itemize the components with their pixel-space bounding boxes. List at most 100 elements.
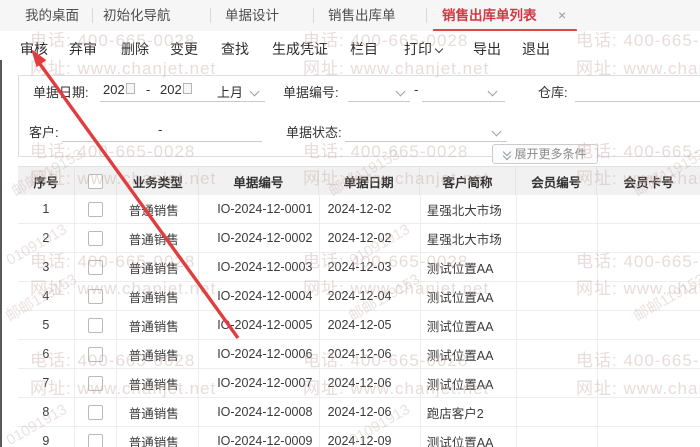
tab-init-navigation[interactable]: 初始化导航 [103,0,171,31]
row-index: 1 [18,195,75,223]
header-doc-no[interactable]: 单据编号 [199,167,319,195]
cell-doc-date: 2024-12-06 [320,340,421,368]
row-checkbox[interactable] [87,201,103,217]
date-to-field[interactable]: 202 [160,82,192,97]
date-field-underline [100,101,265,102]
cell-doc-no: IO-2024-12-0002 [199,224,320,252]
change-button[interactable]: 变更 [170,38,198,60]
select-all-checkbox[interactable] [88,173,104,189]
row-checkbox[interactable] [87,346,103,362]
row-checkbox[interactable] [87,433,103,447]
cell-card-no [598,311,700,339]
cell-doc-no: IO-2024-12-0007 [199,369,320,397]
unaudit-button[interactable]: 弃审 [69,38,97,60]
cell-doc-date: 2024-12-02 [320,224,421,252]
table-row[interactable]: 7 普通销售 IO-2024-12-0007 2024-12-06 测试位置AA [18,369,700,398]
exit-button[interactable]: 退出 [522,38,550,60]
cell-business-type: 普通销售 [117,369,200,397]
status-filter-label: 单据状态: [286,125,342,140]
cell-business-type: 普通销售 [117,282,200,310]
cell-doc-date: 2024-12-06 [320,369,421,397]
date-preset-dropdown[interactable]: 上月 [217,82,243,101]
cell-customer: 测试位置AA [421,282,518,310]
expand-more-conditions-button[interactable]: 展开更多条件 [492,144,598,164]
customer-filter-label: 客户: [29,125,59,140]
header-index[interactable]: 序号 [18,167,76,195]
columns-button[interactable]: 栏目 [350,38,378,60]
customer-field[interactable]: - [158,122,162,137]
print-button[interactable]: 打印 [404,38,444,60]
header-customer[interactable]: 客户简称 [420,167,517,195]
generate-voucher-button[interactable]: 生成凭证 [272,38,328,60]
cell-customer: 测试位置AA [421,369,518,397]
cell-business-type: 普通销售 [117,311,200,339]
cell-doc-date: 2024-12-06 [320,398,421,426]
table-row[interactable]: 1 普通销售 IO-2024-12-0001 2024-12-02 星强北大市场 [18,195,700,224]
cell-member-no [517,224,598,252]
warehouse-field-underline [575,101,700,102]
tab-doc-design[interactable]: 单据设计 [225,0,279,31]
cell-business-type: 普通销售 [117,224,200,252]
cell-customer: 测试位置AA [421,311,518,339]
table-row[interactable]: 8 普通销售 IO-2024-12-0008 2024-12-06 跑店客户2 [18,398,700,427]
table-row[interactable]: 2 普通销售 IO-2024-12-0002 2024-12-02 星强北大市场 [18,224,700,253]
chevron-down-icon [434,44,444,54]
row-checkbox-cell [75,282,117,310]
cell-member-no [517,253,598,281]
table-row[interactable]: 9 普通销售 IO-2024-12-0009 2024-12-09 测试位置AA [18,427,700,447]
date-to-value: 202 [160,82,182,97]
cell-doc-date: 2024-12-09 [320,427,421,447]
close-tab-icon[interactable]: × [558,0,566,31]
date-from-field[interactable]: 202 [103,82,135,97]
cell-customer: 星强北大市场 [421,195,518,223]
row-checkbox[interactable] [87,259,103,275]
table-row[interactable]: 6 普通销售 IO-2024-12-0006 2024-12-06 测试位置AA [18,340,700,369]
header-business-type[interactable]: 业务类型 [117,167,200,195]
row-checkbox[interactable] [87,288,103,304]
table-body: 1 普通销售 IO-2024-12-0001 2024-12-02 星强北大市场… [18,195,700,447]
cell-doc-no: IO-2024-12-0009 [199,427,320,447]
left-window-border [0,60,2,447]
row-checkbox[interactable] [87,375,103,391]
export-button[interactable]: 导出 [473,38,501,60]
cell-customer: 测试位置AA [421,340,518,368]
row-index: 9 [18,427,75,447]
date-range-separator: - [146,82,151,97]
audit-button[interactable]: 审核 [20,38,48,60]
header-member-no[interactable]: 会员编号 [516,167,598,195]
cell-customer: 星强北大市场 [421,224,518,252]
row-checkbox[interactable] [87,404,103,420]
table-row[interactable]: 4 普通销售 IO-2024-12-0004 2024-12-04 测试位置AA [18,282,700,311]
row-index: 3 [18,253,75,281]
cell-customer: 测试位置AA [421,253,518,281]
find-button[interactable]: 查找 [221,38,249,60]
tab-separator [426,8,427,23]
table-row[interactable]: 5 普通销售 IO-2024-12-0005 2024-12-05 测试位置AA [18,311,700,340]
cell-customer: 测试位置AA [421,427,518,447]
cell-doc-date: 2024-12-05 [320,311,421,339]
docno-separator: - [414,82,419,97]
double-chevron-down-icon [503,147,512,161]
status-field-underline [345,141,507,142]
row-index: 2 [18,224,75,252]
table-header-row: 序号 业务类型 单据编号 单据日期 客户简称 会员编号 会员卡号 [18,166,700,196]
tab-sales-outbound-list[interactable]: 销售出库单列表 [442,0,537,31]
row-checkbox[interactable] [87,230,103,246]
warehouse-filter-label: 仓库: [538,85,568,100]
cell-card-no [598,369,700,397]
header-card-no[interactable]: 会员卡号 [597,167,700,195]
cell-doc-no: IO-2024-12-0005 [199,311,320,339]
header-select-all[interactable] [75,167,118,195]
row-checkbox-cell [75,195,117,223]
table-row[interactable]: 3 普通销售 IO-2024-12-0003 2024-12-03 测试位置AA [18,253,700,282]
cell-card-no [598,253,700,281]
header-doc-date[interactable]: 单据日期 [319,167,420,195]
tab-my-desktop[interactable]: 我的桌面 [25,0,79,31]
row-index: 4 [18,282,75,310]
tab-sales-outbound[interactable]: 销售出库单 [328,0,396,31]
delete-button[interactable]: 删除 [121,38,149,60]
cell-member-no [517,427,598,447]
docno-from-underline [348,101,410,102]
row-checkbox[interactable] [87,317,103,333]
row-checkbox-cell [75,224,117,252]
